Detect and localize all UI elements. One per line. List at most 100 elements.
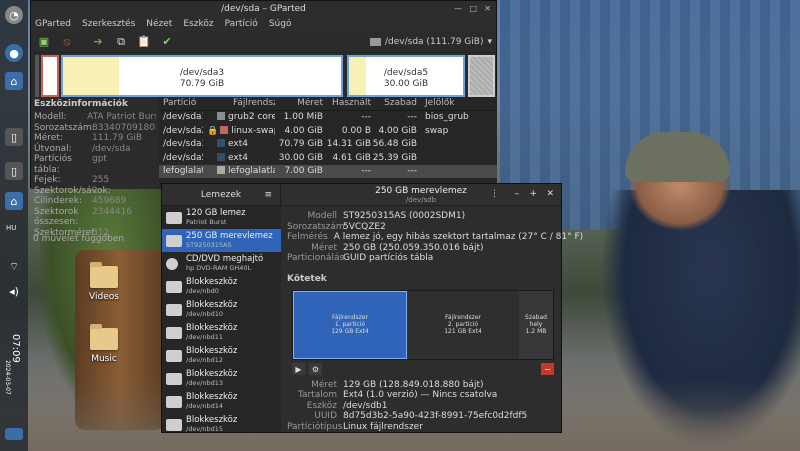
disks-window: Lemezek ≡ 250 GB merevlemez /dev/sdb ⋮ –… <box>161 183 583 433</box>
menu-view[interactable]: Nézet <box>146 19 172 29</box>
volume-free-space[interactable]: Szabad hely 1.2 MB <box>519 290 553 359</box>
info-value: gpt <box>92 154 107 164</box>
resize-move-icon[interactable]: ➔ <box>91 35 105 49</box>
partition-cell: /dev/sda3 <box>163 139 203 150</box>
volume-label: 2. partíció <box>447 321 479 328</box>
info-value: ATA Patriot Burst <box>87 112 156 122</box>
keyboard-layout[interactable]: HU <box>6 224 16 232</box>
maximize-icon[interactable]: + <box>529 189 537 199</box>
gparted-titlebar[interactable]: /dev/sda – GParted — □ ✕ <box>31 1 496 17</box>
clock[interactable]: 07:09 2024-03-07 <box>3 330 25 410</box>
desktop-icon-music[interactable]: Music <box>74 324 134 364</box>
home-folder-icon[interactable]: ⌂ <box>5 192 23 210</box>
window-icon[interactable]: ▯ <box>5 128 23 146</box>
minimize-icon[interactable]: – <box>515 189 520 199</box>
column-header[interactable]: Méret <box>275 98 323 108</box>
device-info-row: Méret: 111.79 GiB <box>34 133 156 144</box>
detail-value: 5VCQZE2 <box>343 221 386 232</box>
disks-headerbar[interactable]: Lemezek ≡ 250 GB merevlemez /dev/sdb ⋮ –… <box>162 184 561 206</box>
filesystem-swatch <box>217 112 225 121</box>
filesystem-cell: 🔒 linux-swap <box>203 125 275 136</box>
copy-icon[interactable]: ⧉ <box>114 35 128 49</box>
hamburger-menu-icon[interactable]: ≡ <box>264 190 272 200</box>
paste-icon[interactable]: 📋 <box>137 35 151 49</box>
info-value: 2344416 <box>92 206 133 217</box>
device-info-row: Cilinderek: 459689 <box>34 196 156 207</box>
column-header[interactable]: Partíció <box>159 98 203 108</box>
table-row[interactable]: lefoglalatlan lefoglalatlan 7.00 GiB ---… <box>159 164 497 178</box>
partition-sda3-map[interactable]: /dev/sda3 70.79 GiB <box>61 55 343 97</box>
detail-value: GUID partíciós tábla <box>343 253 434 263</box>
filesystem-cell: lefoglalatlan <box>203 166 275 176</box>
device-selector-label: /dev/sda (111.79 GiB) <box>385 37 484 47</box>
menu-partition[interactable]: Partíció <box>225 19 258 29</box>
partition-cell: /dev/sda5 <box>163 152 203 163</box>
partition-cell: /dev/sda1 <box>163 112 203 123</box>
disk-list-item[interactable]: Blokkeszköz/dev/nbd14 <box>162 390 281 413</box>
folder-icon <box>90 262 118 288</box>
disk-list-item[interactable]: 120 GB lemez Patriot Burst <box>162 206 281 229</box>
network-icon[interactable]: ● <box>5 44 23 62</box>
column-header[interactable]: Szabad <box>371 98 417 108</box>
device-selector[interactable]: /dev/sda (111.79 GiB) ▾ <box>370 35 492 49</box>
close-icon[interactable]: ✕ <box>484 4 491 13</box>
app-icon[interactable]: ▯ <box>5 162 23 180</box>
table-row[interactable]: /dev/sda3 ext4 70.79 GiB 14.31 GiB 56.48… <box>159 138 497 152</box>
drive-icon <box>166 326 182 339</box>
detail-value: 8d75d3b2-5a90-423f-8991-75efc0d2fdf5 <box>343 411 528 421</box>
partition-sda2-map[interactable] <box>41 55 59 97</box>
menu-gparted[interactable]: GParted <box>35 19 71 29</box>
size-cell: 30.00 GiB <box>278 152 323 163</box>
disk-list-item[interactable]: CD/DVD meghajtó hp DVD-RAM GH40L <box>162 252 281 275</box>
disk-list-item[interactable]: Blokkeszköz/dev/nbd13 <box>162 367 281 390</box>
column-header[interactable]: Jelölők <box>417 98 477 108</box>
delete-icon[interactable]: ⦸ <box>60 35 74 49</box>
play-icon[interactable]: ▶ <box>292 363 305 375</box>
partition-sda1-map[interactable] <box>35 55 39 97</box>
disk-list-item[interactable]: Blokkeszköz/dev/nbd0 <box>162 275 281 298</box>
unallocated-map[interactable] <box>468 55 495 97</box>
menu-edit[interactable]: Szerkesztés <box>82 19 135 29</box>
disk-list-item[interactable]: Blokkeszköz/dev/nbd15 <box>162 413 281 432</box>
minimize-icon[interactable]: — <box>454 4 462 13</box>
disk-name: Blokkeszköz <box>186 277 238 287</box>
lock-icon: 🔒 <box>207 125 219 136</box>
show-desktop-icon[interactable] <box>5 428 23 440</box>
info-value: 459689 <box>92 196 127 206</box>
volume-detail-row: Partíciótípus Linux fájlrendszer <box>287 422 555 433</box>
device-info-panel: Eszközinformációk Modell: ATA Patriot Bur… <box>31 97 159 238</box>
close-icon[interactable]: ✕ <box>546 189 554 199</box>
new-partition-icon[interactable]: ▣ <box>37 35 51 49</box>
disk-list-item[interactable]: 250 GB merevlemez ST9250315AS <box>162 229 281 252</box>
volume-icon[interactable]: ◂) <box>5 282 23 300</box>
column-header[interactable]: Fájlrendszer <box>203 98 275 108</box>
disk-list-item[interactable]: Blokkeszköz/dev/nbd11 <box>162 321 281 344</box>
column-header[interactable]: Használt <box>323 98 371 108</box>
disk-list-item[interactable]: Blokkeszköz/dev/nbd10 <box>162 298 281 321</box>
remove-icon[interactable]: − <box>541 363 554 375</box>
size-cell: 4.00 GiB <box>284 125 323 136</box>
more-options-icon[interactable]: ⋮ <box>490 189 499 199</box>
partition-sda5-map[interactable]: /dev/sda5 30.00 GiB <box>347 55 465 97</box>
table-row[interactable]: /dev/sda1 grub2 core.img 1.00 MiB --- --… <box>159 111 497 125</box>
table-row[interactable]: /dev/sda5 ext4 30.00 GiB 4.61 GiB 25.39 … <box>159 151 497 165</box>
detail-key: Tartalom <box>297 390 337 400</box>
home-icon[interactable]: ⌂ <box>5 72 23 90</box>
menu-device[interactable]: Eszköz <box>183 19 213 29</box>
menu-icon[interactable]: ◔ <box>5 6 23 24</box>
volume-partition-1[interactable]: Fájlrendszer 1. partíció 129 GB Ext4 <box>293 290 407 359</box>
disk-details: Modell ST9250315AS (0002SDM1) Sorozatszám 5… <box>281 206 583 433</box>
partition-size: 70.79 GiB <box>179 79 225 89</box>
network-status-icon[interactable]: ⌔ <box>5 258 23 276</box>
maximize-icon[interactable]: □ <box>469 4 477 13</box>
gears-icon[interactable]: ⚙ <box>309 363 322 375</box>
disk-list-item[interactable]: Blokkeszköz/dev/nbd12 <box>162 344 281 367</box>
desktop-icon-videos[interactable]: Videos <box>74 262 134 302</box>
volume-partition-2[interactable]: Fájlrendszer 2. partíció 121 GB Ext4 <box>407 290 519 359</box>
menu-help[interactable]: Súgó <box>269 19 292 29</box>
disk-name: Blokkeszköz <box>186 300 238 310</box>
table-row[interactable]: /dev/sda2 🔒 linux-swap 4.00 GiB 0.00 B 4.… <box>159 124 497 138</box>
disk-model: /dev/nbd0 <box>186 287 219 295</box>
detail-value: Linux fájlrendszer <box>343 421 423 432</box>
apply-icon[interactable]: ✔ <box>160 35 174 49</box>
